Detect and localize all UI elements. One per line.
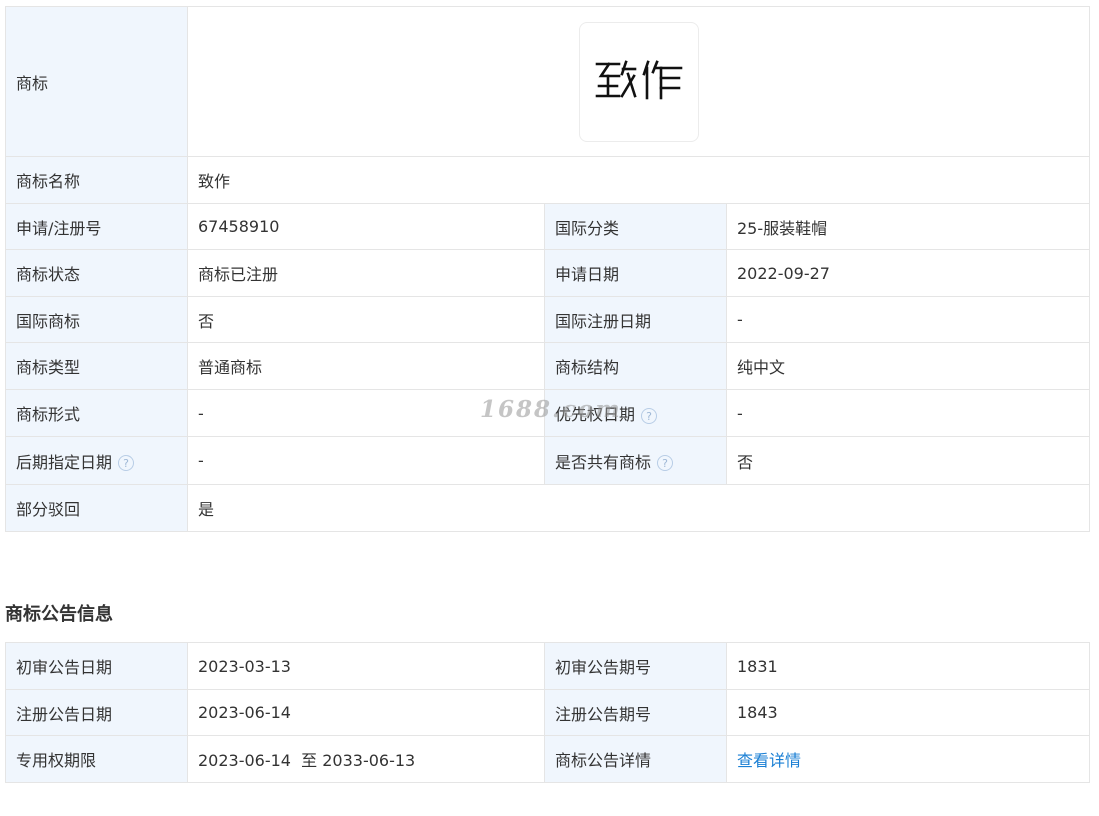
trademark-logo-image: 致作 [578, 21, 699, 142]
trademark-name-value: 致作 [187, 156, 1090, 204]
priority-date-label: 优先权日期 [555, 405, 636, 424]
international-trademark-label: 国际商标 [5, 296, 188, 343]
priority-date-cell: 优先权日期? [544, 389, 727, 437]
international-registration-date-value: - [726, 296, 1090, 343]
view-details-link[interactable]: 查看详情 [737, 751, 801, 770]
preliminary-announcement-date-value: 2023-03-13 [187, 642, 545, 690]
trademark-info-table: 商标 致作 商标名称 致作 申请/注册号 6 [5, 6, 1090, 532]
registration-number-value: 67458910 [187, 203, 545, 250]
preliminary-announcement-issue-value: 1831 [726, 642, 1090, 690]
announcement-section-title: 商标公告信息 [5, 604, 113, 625]
application-date-label: 申请日期 [544, 249, 727, 297]
trademark-logo-label: 商标 [5, 6, 188, 157]
shared-trademark-cell: 是否共有商标? [544, 436, 727, 485]
trademark-form-label: 商标形式 [5, 389, 188, 437]
registration-number-label: 申请/注册号 [5, 203, 188, 250]
international-class-value: 25-服装鞋帽 [726, 203, 1090, 250]
help-icon[interactable]: ? [657, 455, 674, 471]
trademark-type-label: 商标类型 [5, 342, 188, 390]
shared-trademark-value: 否 [726, 436, 1090, 485]
trademark-type-value: 普通商标 [187, 342, 545, 390]
help-icon[interactable]: ? [118, 455, 135, 471]
announcement-table: 初审公告日期 2023-03-13 初审公告期号 1831 注册公告日期 202… [5, 642, 1090, 783]
international-class-label: 国际分类 [544, 203, 727, 250]
trademark-status-label: 商标状态 [5, 249, 188, 297]
trademark-logo-mark [595, 59, 682, 99]
registration-announcement-issue-label: 注册公告期号 [544, 689, 727, 736]
shared-trademark-label: 是否共有商标 [555, 452, 652, 472]
trademark-name-label: 商标名称 [5, 156, 188, 204]
partial-rejection-value: 是 [187, 484, 1090, 532]
trademark-structure-label: 商标结构 [544, 342, 727, 390]
international-registration-date-label: 国际注册日期 [544, 296, 727, 343]
announcement-details-label: 商标公告详情 [544, 735, 727, 783]
exclusive-right-period-label: 专用权期限 [5, 735, 188, 783]
later-designation-date-cell: 后期指定日期? [5, 436, 188, 485]
registration-announcement-date-label: 注册公告日期 [5, 689, 188, 736]
application-date-value: 2022-09-27 [726, 249, 1090, 297]
trademark-status-value: 商标已注册 [187, 249, 545, 297]
preliminary-announcement-date-label: 初审公告日期 [5, 642, 188, 690]
exclusive-right-period-value: 2023-06-14 至 2033-06-13 [187, 735, 545, 783]
trademark-form-value: - [187, 389, 545, 437]
later-designation-date-value: - [187, 436, 545, 485]
trademark-logo-cell: 致作 [187, 6, 1090, 157]
help-icon[interactable]: ? [641, 407, 658, 424]
international-trademark-value: 否 [187, 296, 545, 343]
registration-announcement-issue-value: 1843 [726, 689, 1090, 736]
announcement-details-cell: 查看详情 [726, 735, 1090, 783]
priority-date-value: - [726, 389, 1090, 437]
preliminary-announcement-issue-label: 初审公告期号 [544, 642, 727, 690]
registration-announcement-date-value: 2023-06-14 [187, 689, 545, 736]
later-designation-date-label: 后期指定日期 [16, 452, 113, 472]
partial-rejection-label: 部分驳回 [5, 484, 188, 532]
trademark-structure-value: 纯中文 [726, 342, 1090, 390]
